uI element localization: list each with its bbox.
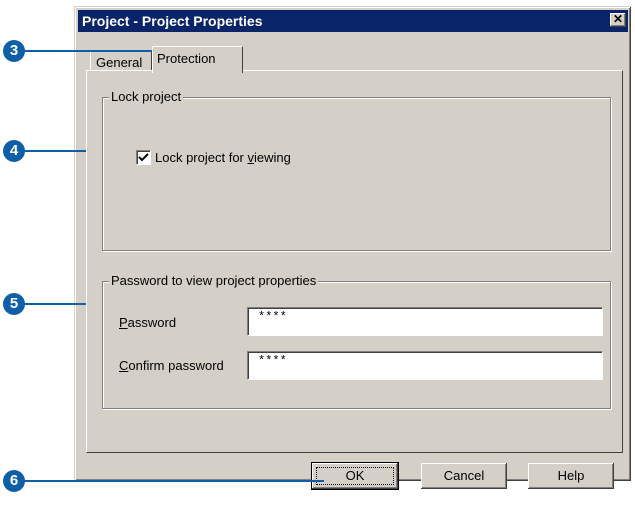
lock-label-text: Lock project for <box>155 150 248 165</box>
callout-6-line <box>24 480 324 482</box>
callout-6: 6 <box>3 470 25 492</box>
ok-button[interactable]: OK <box>312 463 398 489</box>
lock-project-checkbox[interactable] <box>136 150 151 165</box>
callout-4: 4 <box>3 140 25 162</box>
lock-label-rest: iewing <box>254 150 291 165</box>
lock-project-label[interactable]: Lock project for viewing <box>155 150 291 165</box>
tab-protection[interactable]: Protection <box>152 46 243 73</box>
checkmark-icon <box>138 153 149 162</box>
password-value: **** <box>258 310 287 324</box>
password-label-accel: P <box>119 315 128 330</box>
help-label: Help <box>557 468 585 483</box>
cancel-button[interactable]: Cancel <box>421 463 507 489</box>
password-input[interactable]: **** <box>247 307 603 336</box>
password-legend: Password to view project properties <box>109 273 319 288</box>
password-label: Password <box>119 315 176 330</box>
project-properties-dialog: Project - Project Properties ✕ General P… <box>74 6 631 489</box>
lock-project-group: Lock project Lock project for viewing <box>102 89 611 251</box>
focus-rect <box>316 467 394 485</box>
confirm-label-accel: C <box>119 358 129 373</box>
lock-project-legend: Lock project <box>109 89 184 104</box>
callout-3: 3 <box>3 40 25 62</box>
tab-protection-label: Protection <box>157 51 216 66</box>
close-icon: ✕ <box>612 12 624 26</box>
tab-general[interactable]: General <box>90 50 152 71</box>
close-button[interactable]: ✕ <box>610 13 626 27</box>
password-group: Password to view project properties Pass… <box>102 273 611 409</box>
cancel-label: Cancel <box>443 468 485 483</box>
help-button[interactable]: Help <box>528 463 614 489</box>
tab-panel-protection: Lock project Lock project for viewing Pa… <box>86 70 623 453</box>
confirm-password-input[interactable]: **** <box>247 351 603 380</box>
callout-5: 5 <box>3 293 25 315</box>
tab-general-label: General <box>96 55 143 70</box>
confirm-password-value: **** <box>258 354 287 368</box>
confirm-label-rest: onfirm password <box>128 358 224 373</box>
password-label-rest: assword <box>127 315 177 330</box>
confirm-password-label: Confirm password <box>119 358 224 373</box>
title-bar[interactable]: Project - Project Properties ✕ <box>78 10 628 32</box>
callout-3-line <box>24 50 154 52</box>
dialog-title: Project - Project Properties <box>82 13 263 29</box>
